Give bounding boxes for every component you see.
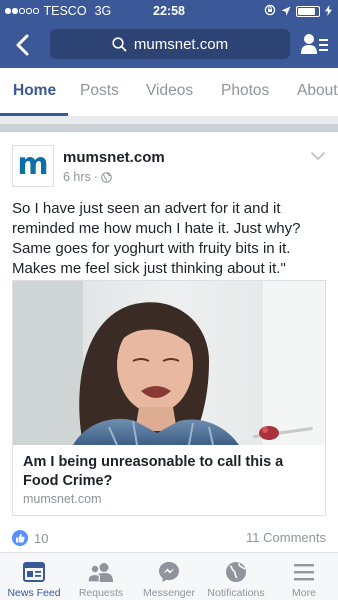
- news-feed-icon: [23, 560, 45, 584]
- back-button[interactable]: [10, 31, 34, 59]
- tab-photos[interactable]: Photos: [221, 82, 269, 100]
- bottom-tab-label: Notifications: [207, 587, 265, 599]
- rotation-lock-icon: [264, 4, 276, 19]
- bottom-tab-requests[interactable]: Requests: [67, 553, 135, 600]
- link-preview-image: [13, 281, 325, 445]
- post-options-button[interactable]: [310, 149, 326, 161]
- public-audience-icon: [101, 171, 112, 183]
- tab-videos[interactable]: Videos: [146, 82, 193, 100]
- bottom-tab-more[interactable]: More: [270, 553, 338, 600]
- friends-list-icon: [300, 34, 328, 54]
- bottom-tab-label: Requests: [78, 587, 124, 599]
- search-query: mumsnet.com: [133, 35, 229, 53]
- search-bar[interactable]: mumsnet.com: [50, 29, 290, 59]
- charging-bolt-icon: [325, 4, 332, 19]
- link-domain: mumsnet.com: [23, 492, 102, 506]
- reactions-summary[interactable]: 10: [12, 530, 48, 546]
- post-meta: 6 hrs ·: [63, 170, 112, 184]
- back-chevron-icon: [16, 34, 29, 56]
- section-divider: [0, 124, 338, 132]
- bottom-tab-label: News Feed: [7, 587, 61, 599]
- like-icon: [12, 530, 28, 546]
- bottom-tab-messenger[interactable]: Messenger: [135, 553, 203, 600]
- messenger-icon: [158, 560, 180, 584]
- tab-about[interactable]: About: [297, 82, 338, 100]
- tab-posts[interactable]: Posts: [80, 82, 119, 100]
- bottom-tab-label: Messenger: [143, 587, 195, 599]
- battery-icon: [296, 6, 320, 17]
- avatar-logo-letter: m: [17, 146, 49, 182]
- bottom-tab-bar: News Feed Requests Messenger Notificatio…: [0, 552, 338, 600]
- search-icon: [112, 36, 127, 52]
- friends-list-button[interactable]: [300, 31, 328, 57]
- bottom-tab-label: More: [292, 587, 316, 599]
- status-right: [264, 4, 332, 19]
- meta-separator: ·: [93, 170, 98, 184]
- active-tab-indicator: [0, 113, 68, 116]
- nav-row: mumsnet.com: [0, 26, 338, 64]
- tab-home[interactable]: Home: [13, 82, 56, 100]
- post-time[interactable]: 6 hrs: [63, 170, 91, 184]
- chevron-down-icon: [311, 152, 325, 160]
- bottom-tab-news-feed[interactable]: News Feed: [0, 553, 68, 600]
- link-title: Am I being unreasonable to call this a F…: [23, 454, 284, 489]
- page-name-link[interactable]: mumsnet.com: [63, 149, 165, 166]
- location-arrow-icon: [281, 5, 291, 19]
- page-tabs: Home Posts Videos Photos About: [0, 68, 338, 116]
- friend-requests-icon: [88, 560, 114, 584]
- page-avatar[interactable]: m: [12, 145, 54, 187]
- globe-icon: [225, 560, 247, 584]
- bottom-tab-notifications[interactable]: Notifications: [202, 553, 270, 600]
- link-preview-card[interactable]: Am I being unreasonable to call this a F…: [12, 280, 326, 516]
- comments-count-link[interactable]: 11 Comments: [246, 530, 326, 545]
- post-body-text: So I have just seen an advert for it and…: [12, 200, 301, 277]
- status-bar: TESCO 3G 22:58: [0, 0, 338, 22]
- menu-icon: [293, 560, 315, 584]
- like-count: 10: [34, 530, 49, 546]
- battery-level: [298, 8, 315, 15]
- post-card: m mumsnet.com 6 hrs · So I have just see…: [0, 132, 338, 552]
- app-header: TESCO 3G 22:58 mumsnet.com: [0, 0, 338, 68]
